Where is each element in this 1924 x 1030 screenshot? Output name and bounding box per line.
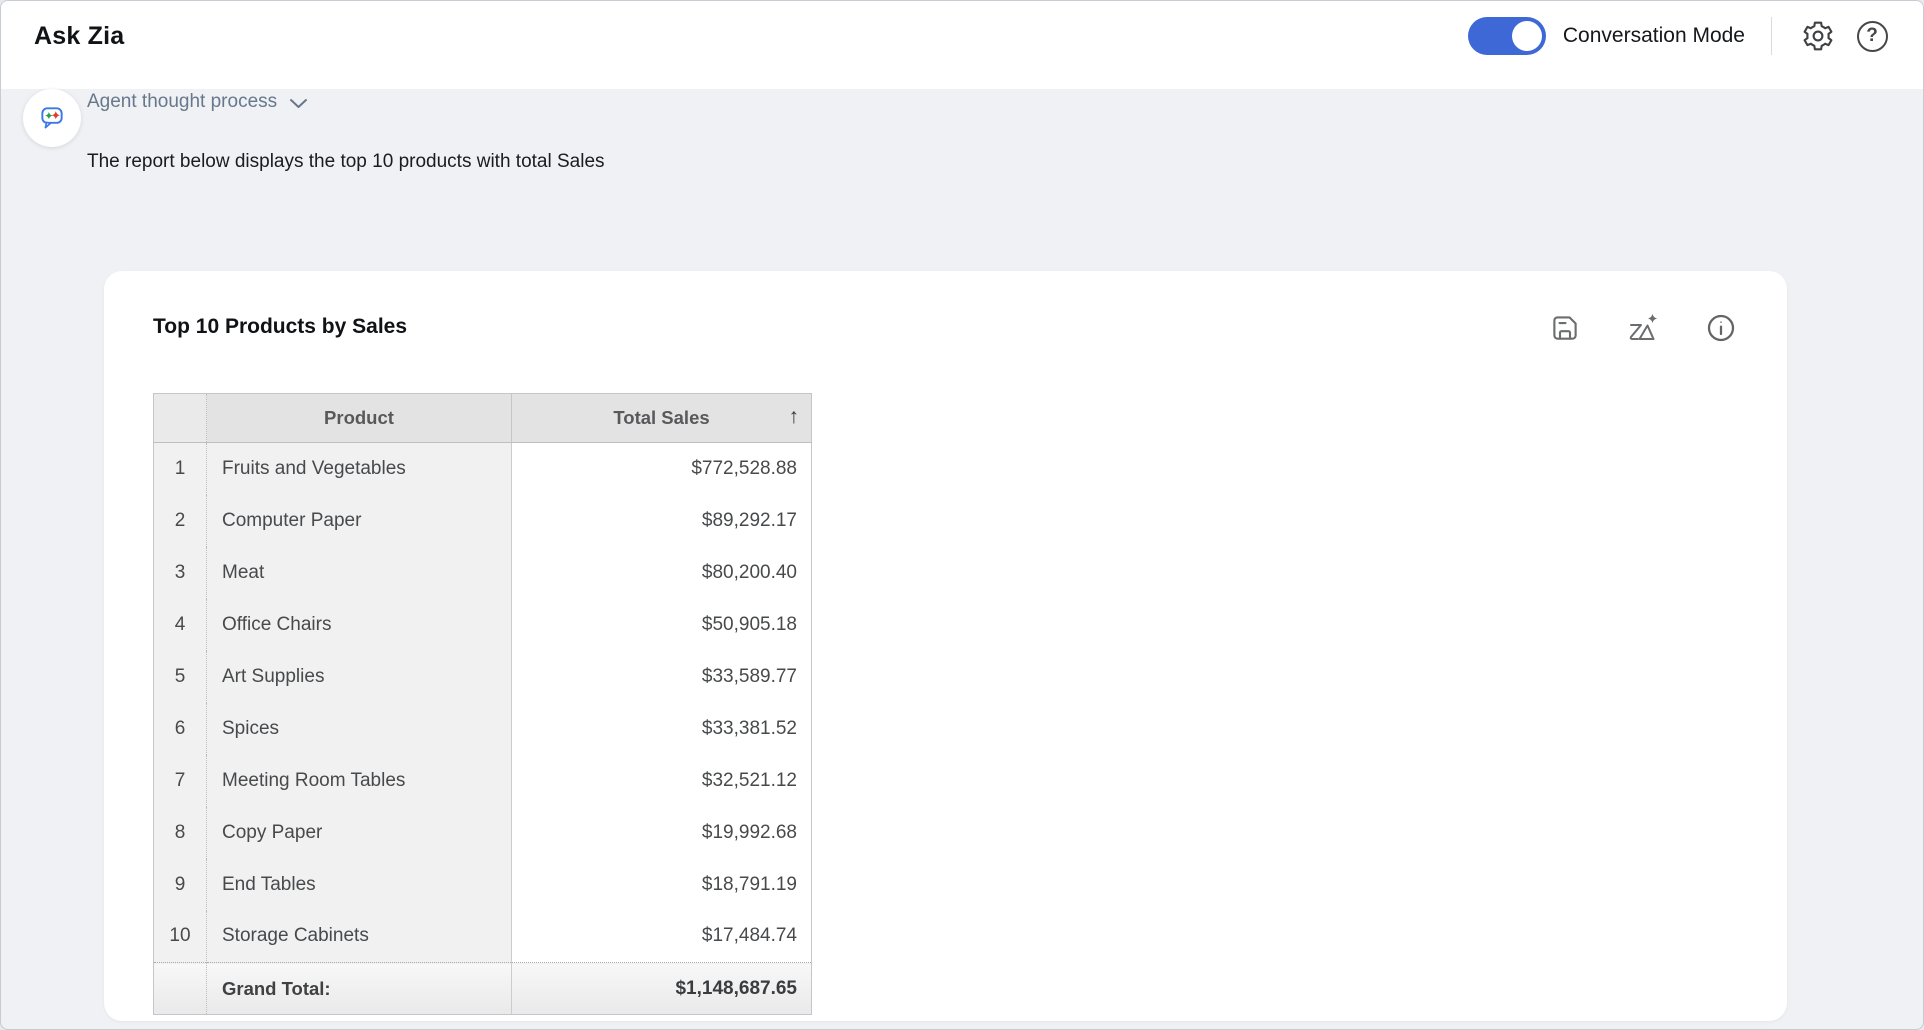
sort-ascending-icon: ↑ (789, 405, 800, 429)
table-row: 6 Spices $33,381.52 (154, 703, 812, 755)
rank-column-header (154, 394, 207, 443)
page-title: Ask Zia (34, 22, 124, 51)
agent-thought-process-label: Agent thought process (87, 91, 277, 113)
grand-total-label: Grand Total: (207, 963, 512, 1015)
settings-button[interactable] (1799, 17, 1837, 55)
table-row: 8 Copy Paper $19,992.68 (154, 807, 812, 859)
zia-chat-bubble-icon (32, 98, 72, 138)
zia-insights-button[interactable] (1626, 311, 1660, 345)
sales-table: Product Total Sales↑ 1 Fruits and Vegeta… (153, 393, 812, 1015)
info-icon (1705, 312, 1737, 344)
agent-message: The report below displays the top 10 pro… (87, 151, 605, 173)
info-button[interactable] (1704, 311, 1738, 345)
avatar (23, 89, 81, 147)
save-button[interactable] (1548, 311, 1582, 345)
chevron-down-icon (289, 97, 308, 110)
save-icon (1550, 313, 1580, 343)
table-row: 1 Fruits and Vegetables $772,528.88 (154, 443, 812, 495)
table-row: 4 Office Chairs $50,905.18 (154, 599, 812, 651)
table-row: 7 Meeting Room Tables $32,521.12 (154, 755, 812, 807)
grand-total-row: Grand Total: $1,148,687.65 (154, 963, 812, 1015)
table-row: 3 Meat $80,200.40 (154, 547, 812, 599)
table-header-row: Product Total Sales↑ (154, 394, 812, 443)
question-mark-icon: ? (1857, 21, 1888, 52)
table-row: 9 End Tables $18,791.19 (154, 859, 812, 911)
conversation-mode-toggle[interactable] (1468, 17, 1546, 55)
top-bar: Ask Zia Conversation Mode ? (1, 1, 1923, 89)
gear-icon (1801, 19, 1835, 53)
zia-insights-icon (1625, 312, 1661, 344)
table-row: 2 Computer Paper $89,292.17 (154, 495, 812, 547)
grand-total-value: $1,148,687.65 (512, 963, 812, 1015)
help-button[interactable]: ? (1853, 17, 1891, 55)
table-row: 10 Storage Cabinets $17,484.74 (154, 911, 812, 963)
total-sales-column-header[interactable]: Total Sales↑ (512, 394, 812, 443)
table-row: 5 Art Supplies $33,589.77 (154, 651, 812, 703)
ask-zia-window: Ask Zia Conversation Mode ? (0, 0, 1924, 1030)
report-card: Top 10 Products by Sales (104, 271, 1787, 1021)
agent-thought-process-toggle[interactable]: Agent thought process (87, 91, 308, 113)
report-title: Top 10 Products by Sales (153, 315, 407, 339)
top-bar-controls: Conversation Mode ? (1468, 16, 1891, 56)
divider (1771, 17, 1772, 55)
product-column-header[interactable]: Product (207, 394, 512, 443)
toggle-knob (1512, 21, 1542, 51)
report-toolbar (1548, 311, 1738, 345)
conversation-mode-label: Conversation Mode (1563, 24, 1745, 48)
